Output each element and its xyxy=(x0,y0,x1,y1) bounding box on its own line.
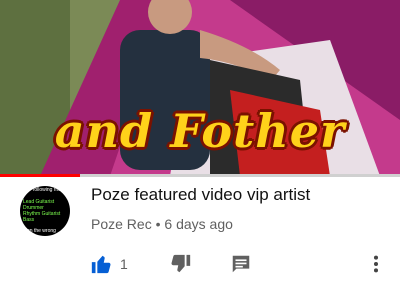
channel-name[interactable]: Poze Rec xyxy=(91,216,152,232)
meta-separator: • xyxy=(155,216,161,232)
video-meta: Poze Rec • 6 days ago xyxy=(91,216,233,232)
progress-bar[interactable] xyxy=(0,174,400,177)
video-thumbnail[interactable]: and Fother xyxy=(0,0,400,176)
more-options-button[interactable] xyxy=(368,252,384,276)
upload-age: 6 days ago xyxy=(164,216,233,232)
comment-button[interactable] xyxy=(230,252,252,276)
avatar-text-bottom: on the wrong xyxy=(27,228,56,234)
avatar-text-top: following me xyxy=(33,187,61,193)
comment-icon xyxy=(232,255,250,273)
more-vert-icon xyxy=(373,255,379,273)
dislike-button[interactable] xyxy=(170,252,192,276)
like-button[interactable]: 1 xyxy=(90,252,128,276)
channel-avatar[interactable]: following me Lead Guitarist Drummer Rhyt… xyxy=(20,186,70,236)
avatar-text-role: Bass xyxy=(23,217,35,223)
thumbs-down-icon xyxy=(171,254,191,273)
video-caption: and Fother xyxy=(54,104,346,158)
progress-fill xyxy=(0,174,80,177)
thumbs-up-icon xyxy=(91,255,111,274)
video-title[interactable]: Poze featured video vip artist xyxy=(91,185,310,205)
like-count: 1 xyxy=(120,256,128,272)
